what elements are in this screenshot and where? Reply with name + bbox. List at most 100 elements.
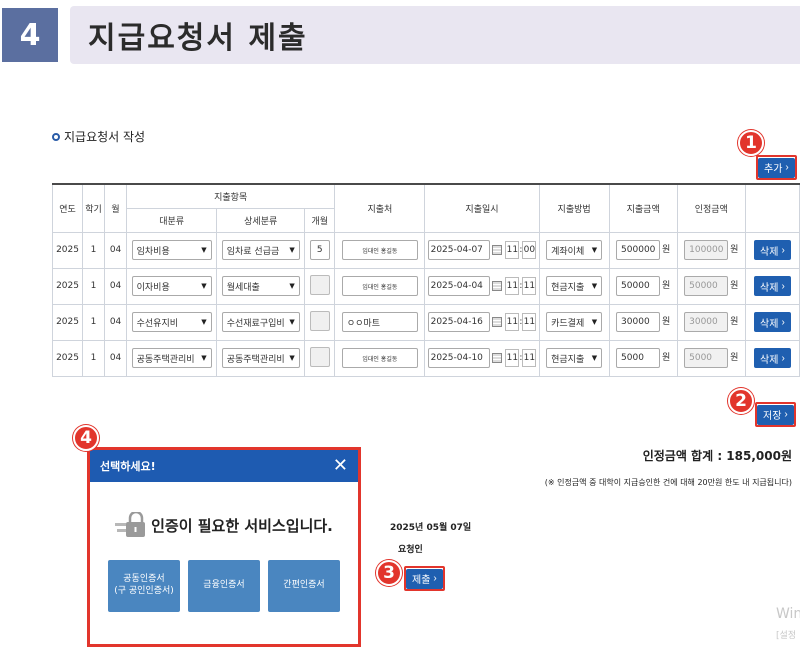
save-button[interactable]: 저장 › xyxy=(757,404,794,425)
cell-month: 04 xyxy=(104,231,128,269)
payee-input[interactable]: 임대인 홍길동 xyxy=(341,348,418,368)
cell-year: 2025 xyxy=(51,339,84,377)
calendar-icon[interactable] xyxy=(492,280,503,291)
date-input[interactable]: 2025-04-07 xyxy=(427,240,490,260)
major-select-value: 이자비용 xyxy=(136,282,170,293)
won-unit: 원 xyxy=(662,281,671,291)
delete-button[interactable]: 삭제 › xyxy=(754,240,791,260)
popup-header: 선택하세요! ✕ xyxy=(90,450,358,482)
cell-approved: 5000 원 xyxy=(676,339,746,377)
detail-select[interactable]: 임차료 선급금 ▼ xyxy=(221,240,300,260)
payee-input[interactable]: 임대인 홍길동 xyxy=(341,276,418,296)
chevron-right-icon: › xyxy=(784,409,788,420)
method-select-value: 계좌이체 xyxy=(551,246,585,257)
calendar-icon[interactable] xyxy=(492,244,503,255)
won-unit: 원 xyxy=(730,245,739,255)
months-input[interactable] xyxy=(309,346,330,367)
calendar-icon[interactable] xyxy=(492,352,503,363)
won-unit: 원 xyxy=(662,317,671,327)
delete-button[interactable]: 삭제 › xyxy=(754,312,791,332)
method-select[interactable]: 계좌이체 ▼ xyxy=(546,240,603,260)
approved-total: 인정금액 합계 : 185,000원 xyxy=(642,449,792,463)
cell-approved: 50000 원 xyxy=(676,267,746,305)
joint-certificate-button[interactable]: 공동인증서 (구 공인인증서) xyxy=(108,560,180,612)
months-input[interactable]: 5 xyxy=(309,240,330,260)
delete-button[interactable]: 삭제 › xyxy=(754,276,791,296)
request-date: 2025년 05월 07일 xyxy=(390,523,472,533)
cell-year: 2025 xyxy=(51,231,84,269)
months-input[interactable] xyxy=(309,274,330,295)
months-input[interactable] xyxy=(309,310,330,331)
chevron-down-icon: ▼ xyxy=(591,354,598,362)
date-input[interactable]: 2025-04-10 xyxy=(427,348,490,368)
step-badge-3: 3 xyxy=(376,560,402,586)
cell-month: 04 xyxy=(104,339,128,377)
cell-semester: 1 xyxy=(82,231,106,269)
date-input[interactable]: 2025-04-16 xyxy=(427,312,490,332)
financial-certificate-button[interactable]: 금융인증서 xyxy=(188,560,260,612)
activation-watermark-sub: [설정 xyxy=(776,631,797,641)
col-payee: 지출처 xyxy=(334,183,426,233)
submit-button-highlight: 제출 › xyxy=(404,566,445,591)
method-select[interactable]: 현금지출 ▼ xyxy=(546,348,603,368)
submit-button[interactable]: 제출 › xyxy=(406,568,443,589)
col-category-group: 지출항목 xyxy=(126,183,336,209)
close-icon[interactable]: ✕ xyxy=(333,457,348,475)
minute-input[interactable]: 11 xyxy=(522,349,537,367)
date-input[interactable]: 2025-04-04 xyxy=(427,276,490,296)
cell-datetime: 2025-04-04 11:11 xyxy=(424,267,540,305)
amount-input[interactable]: 30000 xyxy=(616,312,661,332)
col-method: 지출방법 xyxy=(538,183,610,233)
cell-year: 2025 xyxy=(51,267,84,305)
cell-major: 공동주택관리비 ▼ xyxy=(126,339,218,377)
minute-input[interactable]: 11 xyxy=(522,277,537,295)
simple-certificate-button[interactable]: 간편인증서 xyxy=(268,560,340,612)
step-badge-4: 4 xyxy=(73,425,99,451)
hour-input[interactable]: 11 xyxy=(505,277,520,295)
cell-semester: 1 xyxy=(82,267,106,305)
payee-input[interactable]: ㅇㅇ마트 xyxy=(341,312,418,332)
major-select[interactable]: 공동주택관리비 ▼ xyxy=(131,348,212,368)
cell-month: 04 xyxy=(104,267,128,305)
hour-input[interactable]: 11 xyxy=(505,241,520,259)
cell-year: 2025 xyxy=(51,303,84,341)
detail-select[interactable]: 월세대출 ▼ xyxy=(221,276,300,296)
cell-approved: 30000 원 xyxy=(676,303,746,341)
cell-months xyxy=(304,339,336,377)
minute-input[interactable]: 00 xyxy=(522,241,537,259)
add-button[interactable]: 추가 › xyxy=(758,157,795,178)
major-select[interactable]: 수선유지비 ▼ xyxy=(131,312,212,332)
cell-detail: 임차료 선급금 ▼ xyxy=(216,231,306,269)
cell-semester: 1 xyxy=(82,303,106,341)
chevron-right-icon: › xyxy=(781,316,785,328)
detail-select[interactable]: 수선재료구입비 ▼ xyxy=(221,312,300,332)
method-select[interactable]: 현금지출 ▼ xyxy=(546,276,603,296)
circle-bullet-icon xyxy=(52,132,60,141)
chevron-down-icon: ▼ xyxy=(591,318,598,326)
major-select[interactable]: 이자비용 ▼ xyxy=(131,276,212,296)
table-row: 2025 1 04 임차비용 ▼ 임차료 선급금 ▼ 5 임대인 홍길동 202… xyxy=(51,231,800,269)
cell-action: 삭제 › xyxy=(744,231,800,269)
major-select[interactable]: 임차비용 ▼ xyxy=(131,240,212,260)
amount-input[interactable]: 5000 xyxy=(616,348,661,368)
hour-input[interactable]: 11 xyxy=(505,313,520,331)
minute-input[interactable]: 11 xyxy=(522,313,537,331)
amount-input[interactable]: 50000 xyxy=(616,276,661,296)
col-major: 대분류 xyxy=(126,207,218,233)
won-unit: 원 xyxy=(730,281,739,291)
step-badge-2: 2 xyxy=(728,388,754,414)
col-semester: 학기 xyxy=(82,183,106,233)
delete-button[interactable]: 삭제 › xyxy=(754,348,791,368)
chevron-down-icon: ▼ xyxy=(289,354,295,362)
delete-button-label: 삭제 xyxy=(760,318,779,330)
save-button-label: 저장 xyxy=(763,411,782,422)
calendar-icon[interactable] xyxy=(492,316,503,327)
add-button-highlight: 추가 › xyxy=(756,155,797,180)
approved-input: 5000 xyxy=(684,348,729,368)
hour-input[interactable]: 11 xyxy=(505,349,520,367)
chevron-right-icon: › xyxy=(433,573,437,584)
detail-select[interactable]: 공동주택관리비 ▼ xyxy=(221,348,300,368)
method-select[interactable]: 카드결제 ▼ xyxy=(546,312,603,332)
amount-input[interactable]: 500000 xyxy=(616,240,661,260)
payee-input[interactable]: 임대인 홍길동 xyxy=(341,240,418,260)
